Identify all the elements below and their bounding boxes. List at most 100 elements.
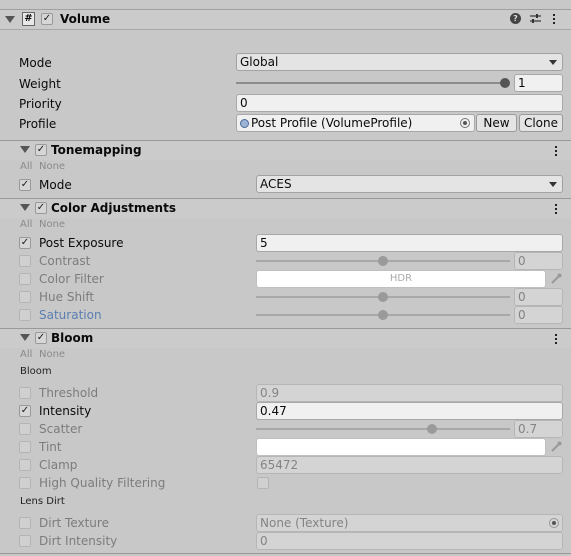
more-icon[interactable] [553, 14, 556, 26]
color-adjustments-all-toggle[interactable]: All [20, 219, 32, 231]
intensity-field[interactable]: 0.47 [256, 402, 563, 420]
color-adjustments-enabled-checkbox[interactable]: ✓ [35, 202, 47, 214]
volume-script-icon: # [22, 12, 35, 26]
color-adjustments-title: Color Adjustments [51, 201, 176, 215]
hq-filtering-override[interactable] [19, 477, 31, 489]
tint-swatch[interactable] [256, 438, 546, 456]
hq-filtering-checkbox[interactable] [257, 477, 269, 489]
contrast-override[interactable] [19, 255, 31, 267]
tint-eyedropper-icon[interactable] [550, 441, 562, 453]
scatter-slider-track[interactable] [256, 428, 510, 430]
help-icon[interactable]: ? [510, 13, 521, 24]
dirt-intensity-override[interactable] [19, 535, 31, 547]
tonemapping-more-icon[interactable] [555, 146, 558, 158]
bottom-divider [0, 553, 571, 554]
volume-profile-icon [240, 119, 249, 128]
foldout-arrow-icon[interactable] [5, 16, 15, 23]
bloom-enabled-checkbox[interactable]: ✓ [35, 332, 47, 344]
contrast-slider-knob[interactable] [378, 256, 388, 266]
dirt-intensity-field[interactable]: 0 [256, 532, 563, 550]
profile-field[interactable]: Post Profile (VolumeProfile) [236, 114, 475, 132]
weight-label: Weight [19, 77, 61, 91]
component-enabled-checkbox[interactable]: ✓ [41, 13, 53, 25]
dirt-texture-field[interactable]: None (Texture) [256, 514, 563, 532]
dirt-intensity-label: Dirt Intensity [39, 534, 118, 548]
bloom-all-toggle[interactable]: All [20, 349, 32, 361]
chevron-down-icon [549, 182, 557, 187]
color-adjustments-foldout-icon[interactable] [20, 204, 30, 211]
scatter-field[interactable]: 0.7 [514, 420, 563, 438]
bloom-header[interactable]: ✓ Bloom [0, 328, 571, 348]
saturation-override[interactable] [19, 309, 31, 321]
new-button[interactable]: New [476, 114, 517, 132]
tonemapping-foldout-icon[interactable] [20, 146, 30, 153]
post-exposure-override[interactable]: ✓ [19, 237, 31, 249]
color-filter-override[interactable] [19, 273, 31, 285]
color-filter-swatch[interactable]: HDR [256, 270, 546, 288]
chevron-down-icon [549, 60, 557, 65]
color-filter-hdr-label: HDR [389, 273, 413, 284]
tonemapping-none-toggle[interactable]: None [39, 161, 65, 173]
scatter-label: Scatter [39, 422, 83, 436]
saturation-slider-knob[interactable] [378, 310, 388, 320]
dirt-texture-label: Dirt Texture [39, 516, 109, 530]
intensity-label: Intensity [39, 404, 92, 418]
intensity-override[interactable]: ✓ [19, 405, 31, 417]
texture-picker-icon[interactable] [549, 518, 559, 528]
tint-label: Tint [39, 440, 62, 454]
scatter-slider-knob[interactable] [427, 424, 437, 434]
hue-shift-label: Hue Shift [39, 290, 95, 304]
saturation-field[interactable]: 0 [514, 306, 563, 324]
lens-dirt-group-heading: Lens Dirt [20, 496, 65, 507]
bloom-group-heading: Bloom [20, 366, 52, 377]
weight-field[interactable]: 1 [514, 74, 563, 92]
mode-dropdown-value: Global [240, 55, 279, 69]
dirt-texture-override[interactable] [19, 517, 31, 529]
color-adjustments-more-icon[interactable] [555, 204, 558, 216]
hq-filtering-label: High Quality Filtering [39, 476, 166, 490]
object-picker-icon[interactable] [460, 118, 470, 128]
contrast-field[interactable]: 0 [514, 252, 563, 270]
clamp-override[interactable] [19, 459, 31, 471]
tonemapping-mode-value: ACES [260, 177, 292, 191]
tonemapping-mode-label: Mode [39, 178, 72, 192]
hue-shift-field[interactable]: 0 [514, 288, 563, 306]
saturation-label: Saturation [39, 308, 102, 322]
color-filter-eyedropper-icon[interactable] [550, 273, 562, 285]
mode-dropdown[interactable]: Global [236, 53, 563, 71]
tonemapping-enabled-checkbox[interactable]: ✓ [35, 144, 47, 156]
scatter-override[interactable] [19, 423, 31, 435]
weight-slider-knob[interactable] [500, 78, 510, 88]
tonemapping-mode-override[interactable]: ✓ [19, 179, 31, 191]
bloom-more-icon[interactable] [555, 334, 558, 346]
dirt-texture-value: None (Texture) [260, 516, 349, 530]
weight-slider-track[interactable] [236, 82, 506, 84]
profile-label: Profile [19, 117, 57, 131]
color-adjustments-header[interactable]: ✓ Color Adjustments [0, 198, 571, 218]
threshold-field[interactable]: 0.9 [256, 384, 563, 402]
bloom-none-toggle[interactable]: None [39, 349, 65, 361]
clamp-field[interactable]: 65472 [256, 456, 563, 474]
tonemapping-header[interactable]: ✓ Tonemapping [0, 140, 571, 160]
post-exposure-field[interactable]: 5 [256, 234, 563, 252]
post-exposure-label: Post Exposure [39, 236, 124, 250]
tonemapping-all-toggle[interactable]: All [20, 161, 32, 173]
tint-override[interactable] [19, 441, 31, 453]
color-adjustments-none-toggle[interactable]: None [39, 219, 65, 231]
hue-shift-override[interactable] [19, 291, 31, 303]
profile-value: Post Profile (VolumeProfile) [251, 116, 413, 130]
bloom-title: Bloom [51, 331, 94, 345]
mode-label: Mode [19, 56, 52, 70]
tonemapping-title: Tonemapping [51, 143, 142, 157]
color-filter-label: Color Filter [39, 272, 104, 286]
clamp-label: Clamp [39, 458, 78, 472]
component-header[interactable]: # ✓ Volume ? [0, 9, 571, 30]
bloom-foldout-icon[interactable] [20, 334, 30, 341]
threshold-override[interactable] [19, 387, 31, 399]
tonemapping-mode-dropdown[interactable]: ACES [256, 175, 563, 193]
hue-shift-slider-knob[interactable] [378, 292, 388, 302]
priority-field[interactable]: 0 [236, 94, 563, 112]
component-title: Volume [60, 12, 111, 26]
clone-button[interactable]: Clone [519, 114, 563, 132]
presets-icon[interactable] [530, 13, 541, 24]
